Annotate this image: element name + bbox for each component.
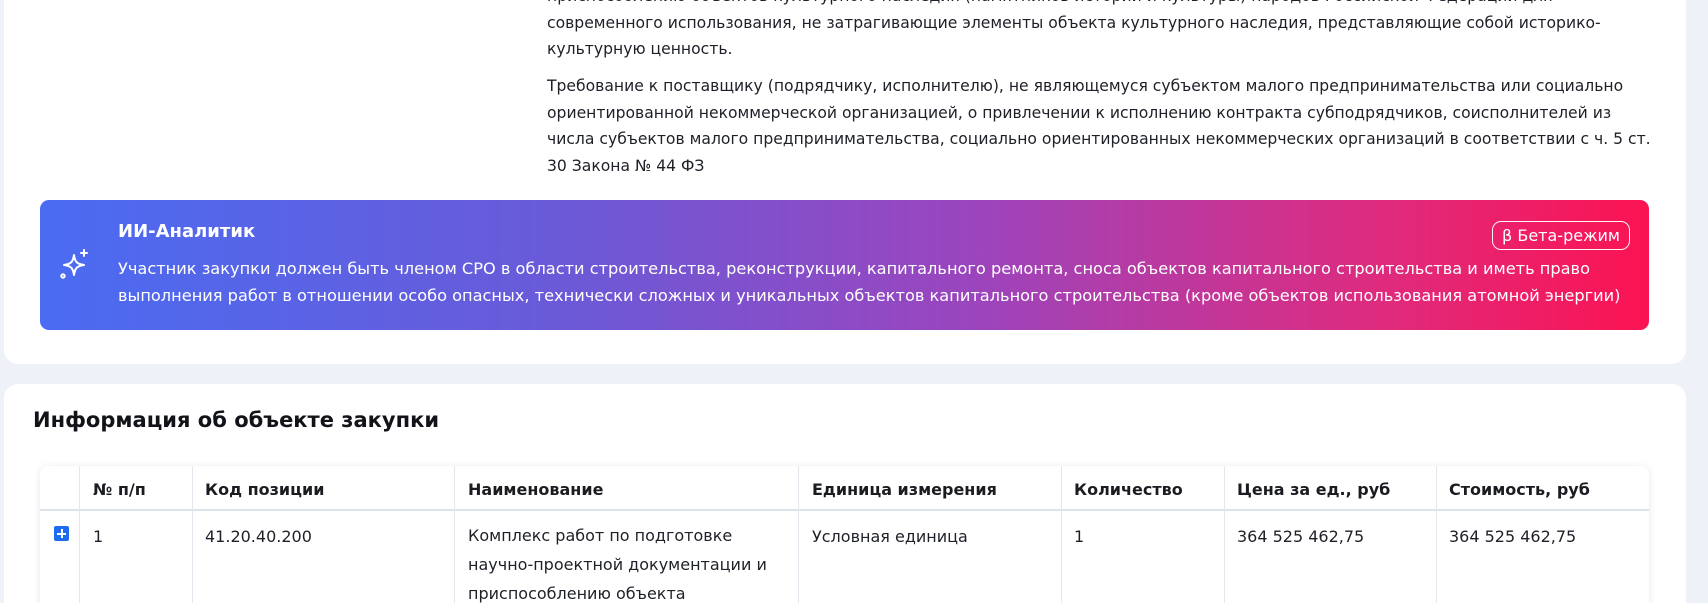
column-header[interactable]: Стоимость, руб — [1449, 480, 1590, 499]
column-header[interactable]: Единица измерения — [812, 480, 997, 499]
column-divider — [454, 466, 455, 603]
column-divider — [798, 466, 799, 603]
column-divider — [79, 466, 80, 603]
ai-analyst-title: ИИ-Аналитик — [118, 221, 256, 242]
column-divider — [192, 466, 193, 603]
ai-analyst-text: Участник закупки должен быть членом СРО … — [118, 259, 1621, 305]
requirement-text: Требование к поставщику (подрядчику, исп… — [547, 77, 1651, 175]
item-name: Комплекс работ по подготовке научно-прое… — [468, 526, 767, 603]
position-code: 41.20.40.200 — [205, 527, 312, 546]
column-header[interactable]: № п/п — [93, 480, 146, 499]
column-header[interactable]: Количество — [1074, 480, 1183, 499]
requirement-text: приспособлению объектов культурного насл… — [547, 0, 1601, 58]
beta-mode-badge[interactable]: β Бета-режим — [1492, 221, 1630, 250]
column-divider — [1436, 466, 1437, 603]
column-header[interactable]: Наименование — [468, 480, 603, 499]
sparkle-icon — [60, 249, 88, 279]
quantity: 1 — [1074, 527, 1085, 546]
unit-price: 364 525 462,75 — [1237, 527, 1365, 546]
column-divider — [1061, 466, 1062, 603]
unit-of-measure: Условная единица — [812, 527, 968, 546]
row-number: 1 — [93, 527, 104, 546]
column-divider — [1224, 466, 1225, 603]
ai-analyst-banner: ИИ-Аналитик β Бета-режим Участник закупк… — [40, 200, 1649, 330]
column-header[interactable]: Цена за ед., руб — [1237, 480, 1390, 499]
total-cost: 364 525 462,75 — [1449, 527, 1577, 546]
section-title: Информация об объекте закупки — [33, 408, 440, 432]
plus-square-icon[interactable] — [54, 526, 69, 541]
procurement-table: № п/п Код позиции Наименование Единица и… — [40, 466, 1649, 603]
column-header[interactable]: Код позиции — [205, 480, 324, 499]
